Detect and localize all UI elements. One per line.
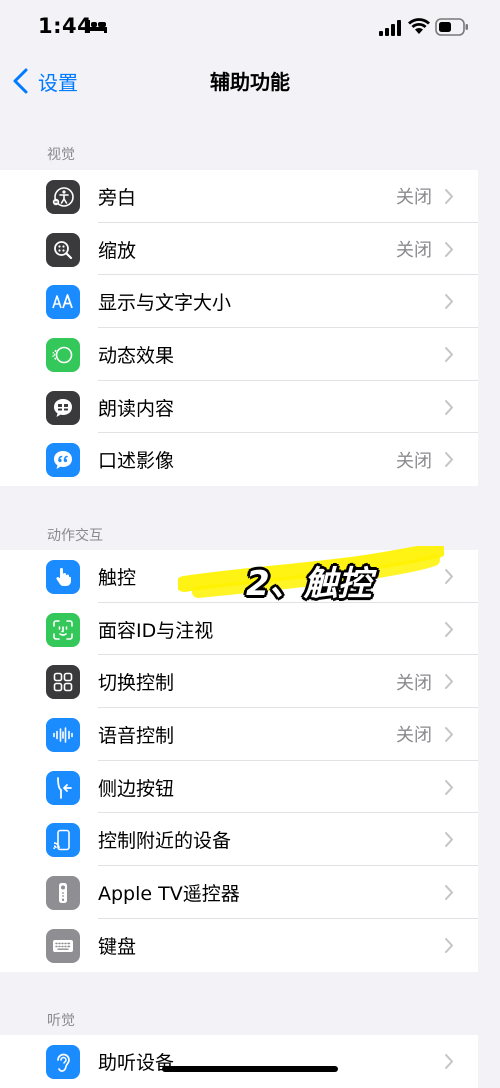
side-button-icon <box>46 770 80 805</box>
sleep-focus-icon <box>87 20 107 33</box>
chevron-right-icon <box>445 674 453 690</box>
home-indicator[interactable] <box>162 1066 338 1072</box>
text-size-icon <box>46 285 80 320</box>
row-spoken-content[interactable]: 朗读内容 <box>0 381 478 434</box>
group-hearing: 助听设备 <box>0 1035 478 1088</box>
chevron-right-icon <box>445 937 453 953</box>
row-switch-control[interactable]: 切换控制 关闭 <box>0 655 478 709</box>
annotation-caption: 2、触控 <box>246 564 372 604</box>
row-label: 口述影像 <box>98 450 175 473</box>
chevron-right-icon <box>445 621 453 637</box>
row-label: 控制附近的设备 <box>98 830 232 853</box>
switch-control-icon <box>46 665 80 700</box>
voice-control-icon <box>46 718 80 753</box>
row-value: 关闭 <box>396 240 432 262</box>
row-value: 关闭 <box>396 450 432 472</box>
chevron-right-icon <box>445 1054 453 1069</box>
row-label: 面容ID与注视 <box>98 619 214 642</box>
row-voiceover[interactable]: 旁白 关闭 <box>0 170 478 223</box>
status-time: 1:44 <box>38 14 93 38</box>
row-display-text-size[interactable]: 显示与文字大小 <box>0 275 478 329</box>
zoom-icon <box>46 232 80 267</box>
row-side-button[interactable]: 侧边按钮 <box>0 761 478 814</box>
row-control-nearby-devices[interactable]: 控制附近的设备 <box>0 813 478 867</box>
chevron-right-icon <box>445 452 453 468</box>
chevron-right-icon <box>445 779 453 795</box>
chevron-right-icon <box>445 885 453 901</box>
row-hearing-devices[interactable]: 助听设备 <box>0 1035 478 1088</box>
row-value: 关闭 <box>396 725 432 747</box>
row-label: 触控 <box>98 566 137 589</box>
row-voice-control[interactable]: 语音控制 关闭 <box>0 708 478 761</box>
row-apple-tv-remote[interactable]: Apple TV遥控器 <box>0 866 478 919</box>
motion-icon <box>46 338 80 373</box>
chevron-right-icon <box>445 241 453 257</box>
row-value: 关闭 <box>396 187 432 209</box>
section-header-vision: 视觉 <box>47 147 75 163</box>
wifi-icon <box>408 18 430 34</box>
row-label: 缩放 <box>98 239 137 262</box>
cellular-signal-icon <box>379 20 401 36</box>
hearing-devices-icon <box>46 1045 80 1079</box>
row-value: 关闭 <box>396 672 432 694</box>
audio-description-icon <box>46 443 80 478</box>
face-id-icon <box>46 612 80 647</box>
section-header-physical-motor: 动作交互 <box>47 528 103 544</box>
row-label: 键盘 <box>98 935 137 958</box>
row-zoom[interactable]: 缩放 关闭 <box>0 223 478 276</box>
row-motion[interactable]: 动态效果 <box>0 328 478 381</box>
chevron-right-icon <box>445 347 453 363</box>
nearby-devices-icon <box>46 823 80 858</box>
apple-tv-remote-icon <box>46 876 80 911</box>
row-label: 显示与文字大小 <box>98 292 232 315</box>
row-label: Apple TV遥控器 <box>98 882 240 905</box>
group-vision: 旁白 关闭 缩放 关闭 显示与文字大小 动态效果 朗读内容 口述影像 关闭 <box>0 170 478 487</box>
chevron-left-icon <box>13 68 28 94</box>
section-header-hearing: 听觉 <box>47 1013 75 1029</box>
row-label: 旁白 <box>98 186 137 209</box>
chevron-right-icon <box>445 189 453 204</box>
chevron-right-icon <box>445 569 453 584</box>
touch-icon <box>46 560 80 594</box>
row-label: 侧边按钮 <box>98 777 175 800</box>
row-audio-description[interactable]: 口述影像 关闭 <box>0 433 478 486</box>
spoken-content-icon <box>46 390 80 425</box>
row-keyboard[interactable]: 键盘 <box>0 919 478 972</box>
row-face-id-attention[interactable]: 面容ID与注视 <box>0 603 478 656</box>
chevron-right-icon <box>445 727 453 743</box>
row-label: 语音控制 <box>98 724 175 747</box>
group-physical-motor: 触控 面容ID与注视 切换控制 关闭 语音控制 关闭 侧边按钮 控制附近的设备 … <box>0 550 478 972</box>
voiceover-icon <box>46 180 80 214</box>
keyboard-icon <box>46 928 80 963</box>
row-label: 切换控制 <box>98 672 175 695</box>
row-label: 动态效果 <box>98 344 175 367</box>
chevron-right-icon <box>445 294 453 310</box>
status-bar: 1:44 <box>0 0 500 56</box>
battery-icon <box>435 18 468 36</box>
back-button[interactable]: 设置 <box>12 64 78 98</box>
back-button-label: 设置 <box>38 70 78 95</box>
row-label: 朗读内容 <box>98 397 175 420</box>
chevron-right-icon <box>445 832 453 848</box>
chevron-right-icon <box>445 399 453 415</box>
